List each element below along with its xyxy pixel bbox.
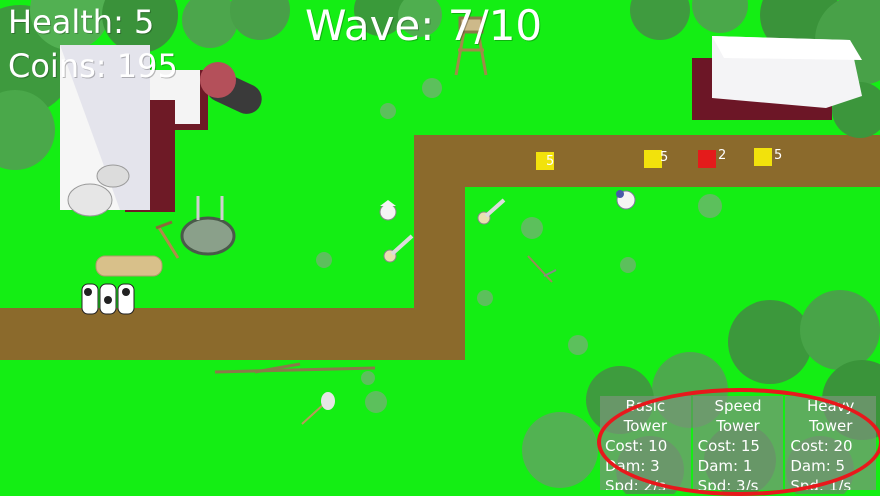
enemy-health-label: 5 [660,150,668,165]
tower-damage: Dam: 3 [605,457,660,475]
wave-label: Wave: [305,1,435,50]
health-value: 5 [134,3,155,41]
shop-card-basic-tower[interactable]: Basic Tower Cost: 10 Dam: 3 Spd: 2/s [600,396,691,490]
tower-name: Tower [808,417,853,435]
tower-speed: Spd: 2/s [605,477,666,490]
coins-display: Coins: 195 [8,48,178,84]
tower-damage: Dam: 5 [790,457,846,475]
shop-card-heavy-tower[interactable]: Heavy Tower Cost: 20 Dam: 5 Spd: 1/s [785,396,877,490]
wave-total: 10 [488,1,543,50]
health-label: Health: [8,3,124,41]
tower-name: Basic [625,397,666,415]
tower-speed: Spd: 1/s [790,477,852,490]
wave-display: Wave: 7/10 [305,1,543,50]
tower-cost: Cost: 15 [697,437,760,455]
placed-tower-basic-2[interactable] [616,190,636,210]
enemy-cube: 5 [536,152,554,170]
tower-name: Tower [623,417,668,435]
tower-speed: Spd: 3/s [697,477,759,490]
coins-label: Coins: [8,47,107,85]
tower-cost: Cost: 10 [605,437,668,455]
enemy-health-label: 5 [774,148,782,163]
cows [81,283,135,315]
shop-card-speed-tower[interactable]: Speed Tower Cost: 15 Dam: 1 Spd: 3/s [692,396,784,490]
tower-name: Speed [714,397,762,415]
tower-name: Heavy [806,397,855,415]
health-display: Health: 5 [8,4,154,40]
coins-value: 195 [116,47,178,85]
tower-cost: Cost: 20 [790,437,853,455]
tower-shop: Basic Tower Cost: 10 Dam: 3 Spd: 2/s Spe… [600,396,877,490]
enemy-health-label: 2 [718,148,726,163]
wave-current: 7 [447,1,475,50]
tower-name: Tower [716,417,760,435]
tower-damage: Dam: 1 [697,457,753,475]
enemy-health-label: 5 [546,154,554,169]
